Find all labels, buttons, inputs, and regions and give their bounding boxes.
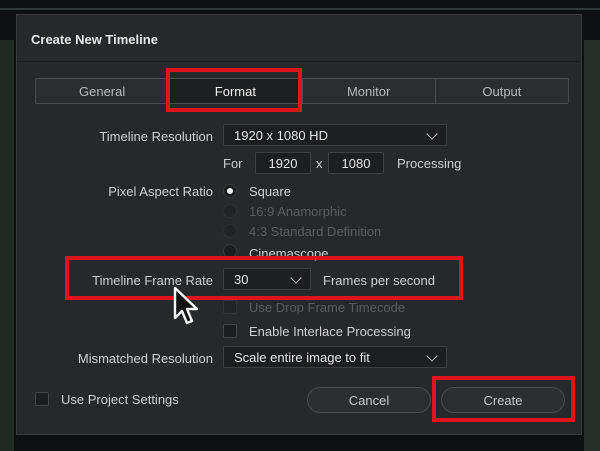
mismatched-resolution-select[interactable]: Scale entire image to fit [223, 346, 447, 368]
create-button[interactable]: Create [441, 387, 565, 413]
mismatched-resolution-label: Mismatched Resolution [77, 351, 213, 366]
processing-label: Processing [397, 156, 462, 171]
cancel-button[interactable]: Cancel [307, 387, 431, 413]
timeline-resolution-value: 1920 x 1080 HD [234, 127, 328, 143]
tab-bar: General Format Monitor Output [35, 78, 569, 104]
chevron-down-icon [426, 350, 438, 362]
height-field[interactable]: 1080 [328, 152, 384, 174]
radio-cinemascope-label: Cinemascope [249, 246, 329, 261]
radio-anamorphic-label: 16:9 Anamorphic [249, 204, 347, 219]
radio-square-label: Square [249, 184, 291, 199]
radio-cinemascope[interactable] [223, 244, 237, 258]
chevron-down-icon [290, 272, 302, 284]
drop-frame-checkbox[interactable] [223, 300, 237, 314]
interlace-checkbox[interactable] [223, 324, 237, 338]
title-divider [17, 61, 581, 62]
radio-square[interactable] [223, 184, 237, 198]
radio-standard-definition-label: 4:3 Standard Definition [249, 224, 382, 239]
tab-output[interactable]: Output [436, 79, 568, 103]
mouse-cursor-icon [173, 286, 199, 325]
frame-rate-select[interactable]: 30 [223, 268, 311, 290]
timeline-resolution-label: Timeline Resolution [99, 129, 213, 144]
mismatched-resolution-value: Scale entire image to fit [234, 349, 370, 365]
use-project-settings-label: Use Project Settings [61, 392, 179, 407]
timeline-resolution-select[interactable]: 1920 x 1080 HD [223, 124, 447, 146]
x-label: x [316, 156, 323, 171]
use-project-settings-checkbox[interactable] [35, 392, 49, 406]
pixel-aspect-ratio-label: Pixel Aspect Ratio [108, 184, 213, 199]
for-label: For [223, 156, 243, 171]
tab-general[interactable]: General [36, 79, 170, 103]
chevron-down-icon [426, 128, 438, 140]
create-new-timeline-dialog: Create New Timeline General Format Monit… [16, 14, 582, 435]
width-field[interactable]: 1920 [255, 152, 311, 174]
tab-format[interactable]: Format [169, 79, 303, 103]
drop-frame-label: Use Drop Frame Timecode [249, 300, 406, 315]
frames-per-second-label: Frames per second [323, 273, 435, 288]
frame-rate-value: 30 [234, 271, 249, 287]
radio-standard-definition[interactable] [223, 224, 237, 238]
radio-anamorphic[interactable] [223, 204, 237, 218]
interlace-label: Enable Interlace Processing [249, 324, 411, 339]
background-right-panel [584, 40, 600, 451]
tab-monitor[interactable]: Monitor [303, 79, 436, 103]
background-left-panel [0, 40, 14, 451]
dialog-title: Create New Timeline [31, 32, 158, 47]
background-strip [0, 8, 600, 10]
